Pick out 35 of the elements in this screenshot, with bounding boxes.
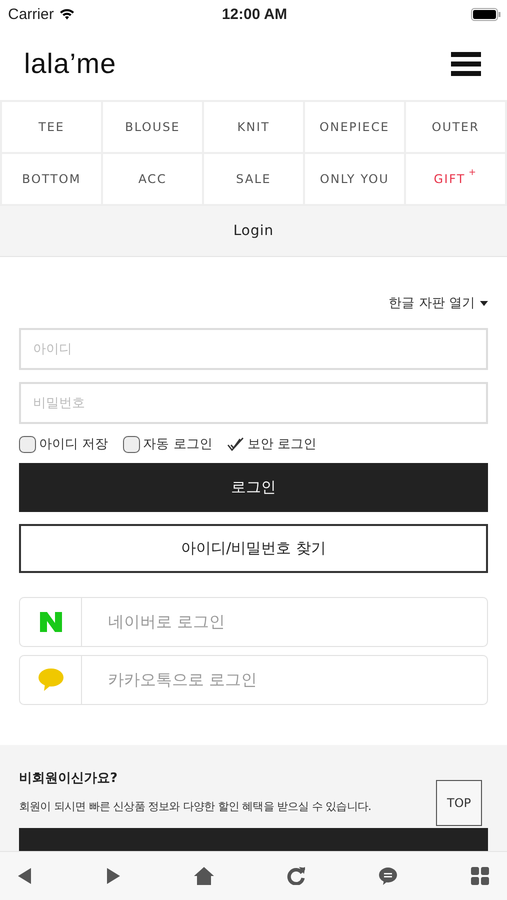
checkbox[interactable] (19, 436, 36, 452)
checkbox[interactable] (123, 436, 140, 452)
top-button[interactable]: TOP (436, 780, 482, 826)
input-field[interactable]: 비밀번호 (19, 382, 488, 424)
join-text: 회원이 되시면 빠른 신상품 정보와 다양한 할인 혜택을 받으실 수 있습니다. (19, 799, 372, 814)
grid-icon[interactable] (470, 867, 489, 885)
logo[interactable]: lala’me (24, 48, 116, 80)
option-label: 보안 로그인 (247, 436, 316, 453)
status-time: 12:00 AM (222, 6, 288, 22)
back-icon[interactable] (18, 868, 32, 884)
speech-bubble-icon (38, 668, 64, 692)
menu-icon[interactable] (451, 52, 481, 76)
battery-icon (471, 8, 501, 20)
home-icon[interactable] (194, 867, 214, 885)
find-account-button[interactable]: 아이디/비밀번호 찾기 (19, 524, 488, 573)
input-field[interactable]: 아이디 (19, 328, 488, 370)
forward-icon[interactable] (106, 868, 120, 884)
refresh-icon[interactable] (287, 867, 306, 885)
category-link[interactable]: KNIT (204, 102, 305, 154)
carrier-name: Carrier (8, 6, 54, 22)
caret-icon (480, 300, 488, 306)
letter-n-icon (40, 612, 62, 632)
category-link[interactable]: TEE (2, 102, 103, 154)
wifi-icon (58, 8, 75, 20)
category-link[interactable]: BLOUSE (103, 102, 204, 154)
option-label: 자동 로그인 (143, 436, 212, 453)
option-label: 아이디 저장 (39, 436, 108, 453)
page-title-bar: Login (0, 206, 507, 257)
chat-icon[interactable] (379, 867, 398, 885)
category-link[interactable]: ONEPIECE (305, 102, 406, 154)
login-button[interactable]: 로그인 (19, 463, 488, 512)
checkmark-icon[interactable] (227, 436, 244, 452)
join-title: 비회원이신가요? (19, 770, 119, 787)
category-link[interactable]: OUTER (406, 102, 507, 154)
keyboard-toggle-link[interactable]: 한글 자판 열기 (388, 294, 488, 312)
